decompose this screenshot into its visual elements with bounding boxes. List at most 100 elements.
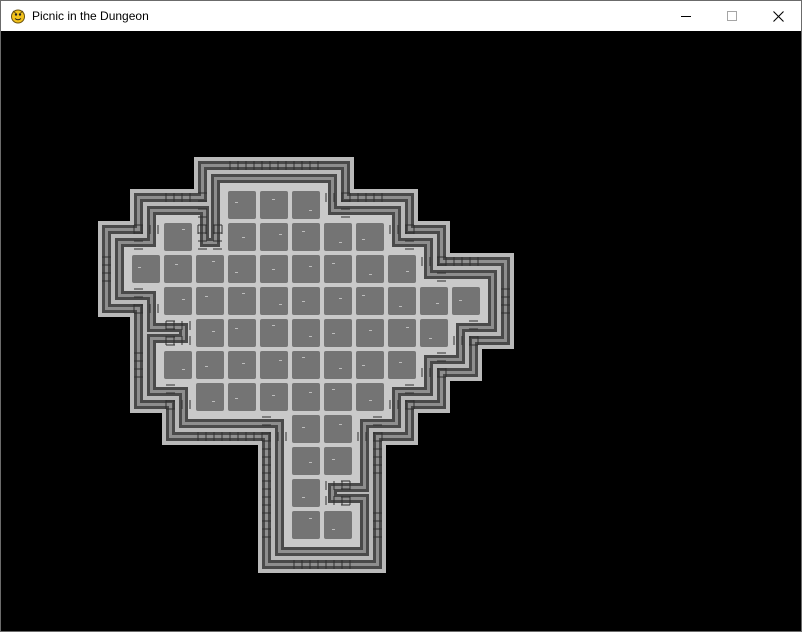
floor-tile — [356, 319, 384, 347]
floor-tile — [260, 191, 288, 219]
floor-speck — [406, 271, 409, 272]
floor-speck — [242, 363, 245, 364]
floor-speck — [235, 272, 238, 273]
floor-tile — [452, 287, 480, 315]
floor-speck — [279, 304, 282, 305]
floor-speck — [309, 336, 312, 337]
floor-tile — [260, 351, 288, 379]
floor-tile — [196, 351, 224, 379]
floor-tile — [260, 287, 288, 315]
floor-speck — [235, 202, 238, 203]
floor-tile — [420, 319, 448, 347]
floor-speck — [272, 325, 275, 326]
minimize-icon — [681, 16, 691, 17]
floor-tile — [260, 383, 288, 411]
floor-speck — [302, 497, 305, 498]
floor-speck — [339, 298, 342, 299]
floor-speck — [205, 296, 208, 297]
floor-speck — [332, 333, 335, 334]
floor-speck — [242, 237, 245, 238]
floor-speck — [302, 231, 305, 232]
floor-tile — [196, 383, 224, 411]
floor-speck — [302, 301, 305, 302]
floor-tile — [228, 255, 256, 283]
floor-tile — [356, 383, 384, 411]
title-bar[interactable]: Picnic in the Dungeon — [1, 1, 801, 31]
minimize-button[interactable] — [663, 1, 709, 31]
floor-tile — [324, 415, 352, 443]
maximize-button[interactable] — [709, 1, 755, 31]
floor-tile — [292, 287, 320, 315]
floor-speck — [459, 300, 462, 301]
floor-tile — [228, 319, 256, 347]
floor-tile — [228, 191, 256, 219]
floor-tile — [292, 383, 320, 411]
floor-tile — [388, 287, 416, 315]
floor-speck — [369, 274, 372, 275]
floor-speck — [339, 424, 342, 425]
close-button[interactable] — [755, 1, 801, 31]
floor-speck — [212, 331, 215, 332]
floor-speck — [309, 518, 312, 519]
floor-speck — [339, 368, 342, 369]
floor-speck — [339, 242, 342, 243]
floor-speck — [279, 234, 282, 235]
floor-speck — [212, 401, 215, 402]
floor-speck — [279, 360, 282, 361]
floor-speck — [332, 389, 335, 390]
floor-tile — [164, 287, 192, 315]
floor-tile — [196, 319, 224, 347]
floor-tile — [420, 287, 448, 315]
floor-speck — [369, 330, 372, 331]
floor-tile — [292, 255, 320, 283]
floor-speck — [309, 462, 312, 463]
floor-tile — [228, 383, 256, 411]
floor-tile — [132, 255, 160, 283]
floor-speck — [362, 295, 365, 296]
floor-tile — [164, 223, 192, 251]
floor-speck — [332, 529, 335, 530]
floor-tile — [292, 319, 320, 347]
floor-speck — [332, 459, 335, 460]
floor-speck — [309, 266, 312, 267]
floor-speck — [302, 357, 305, 358]
floor-tile — [292, 223, 320, 251]
floor-tile — [388, 319, 416, 347]
floor-speck — [309, 392, 312, 393]
floor-speck — [182, 299, 185, 300]
maximize-icon — [727, 11, 737, 21]
floor-speck — [302, 427, 305, 428]
floor-speck — [205, 366, 208, 367]
close-icon — [772, 10, 784, 22]
floor-tile — [228, 351, 256, 379]
floor-speck — [406, 327, 409, 328]
floor-tile — [324, 511, 352, 539]
floor-tile — [164, 351, 192, 379]
floor-speck — [212, 261, 215, 262]
floor-speck — [182, 229, 185, 230]
floor-speck — [362, 239, 365, 240]
floor-speck — [272, 199, 275, 200]
floor-speck — [235, 328, 238, 329]
floor-tile — [260, 319, 288, 347]
floor-tile — [324, 351, 352, 379]
floor-speck — [362, 365, 365, 366]
floor-speck — [182, 369, 185, 370]
floor-tile — [356, 351, 384, 379]
floor-speck — [332, 263, 335, 264]
floor-tile — [324, 255, 352, 283]
floor-speck — [272, 395, 275, 396]
floor-tile — [292, 447, 320, 475]
floor-speck — [436, 303, 439, 304]
floor-speck — [309, 210, 312, 211]
window-title: Picnic in the Dungeon — [32, 9, 149, 23]
window-controls — [663, 1, 801, 31]
floor-tile — [356, 287, 384, 315]
game-canvas[interactable] — [1, 31, 801, 631]
floor-speck — [272, 269, 275, 270]
floor-tile — [228, 287, 256, 315]
floor-tile — [324, 383, 352, 411]
floor-tile — [324, 223, 352, 251]
floor-speck — [138, 267, 141, 268]
floor-tile — [324, 447, 352, 475]
